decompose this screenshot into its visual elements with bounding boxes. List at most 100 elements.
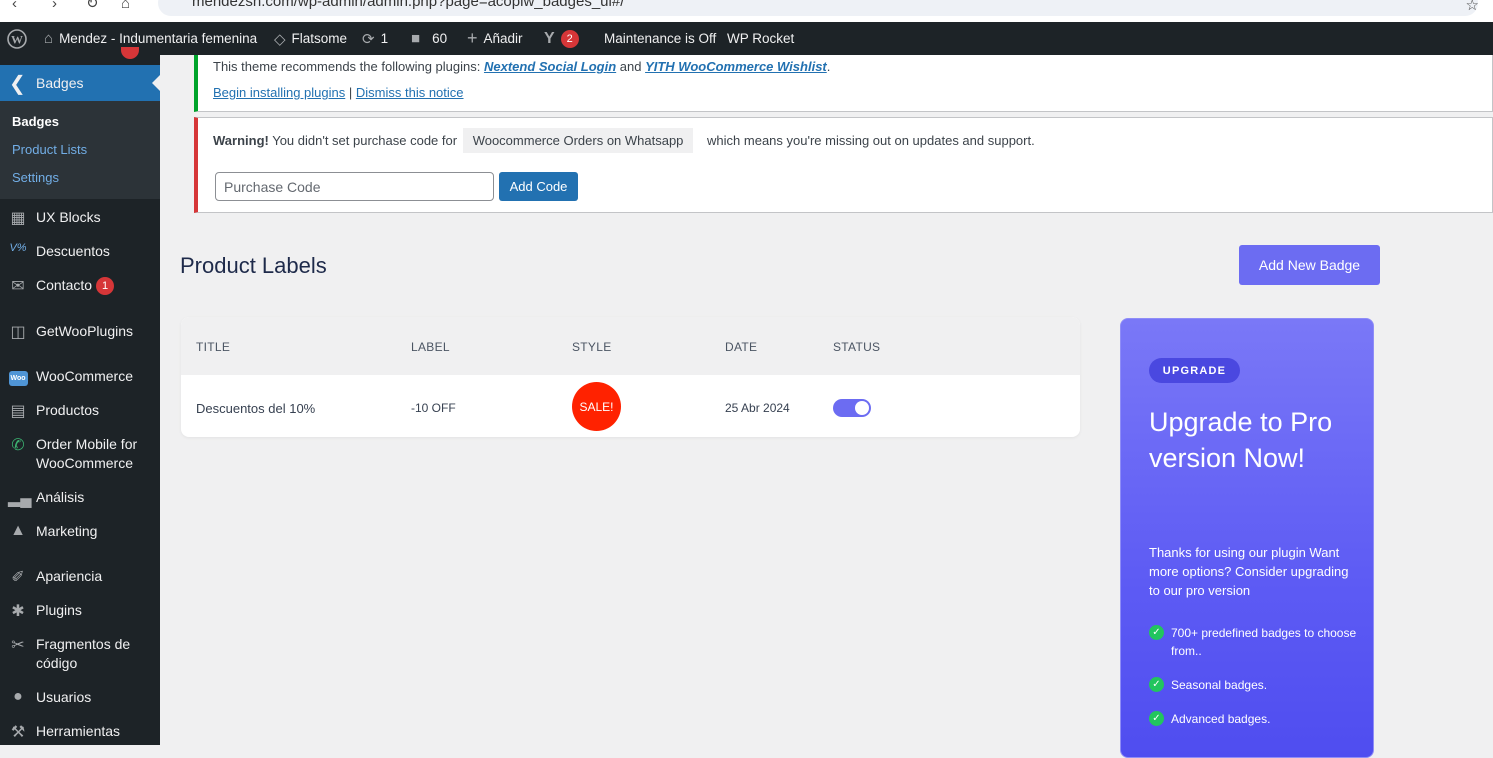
purchase-code-input[interactable] bbox=[215, 172, 494, 201]
feature-item: ✓ 700+ predefined badges to choose from.… bbox=[1149, 624, 1359, 660]
updates-icon: ⟳ bbox=[362, 30, 375, 48]
comments-count: 60 bbox=[432, 31, 448, 46]
discount-icon: V% bbox=[9, 242, 27, 254]
address-bar[interactable]: mendezsh.com/wp-admin/admin.php?page=aco… bbox=[158, 0, 1478, 16]
new-content-link[interactable]: + Añadir bbox=[467, 22, 523, 55]
megaphone-icon: ▲ bbox=[10, 522, 26, 539]
scissors-icon: ✂ bbox=[11, 637, 25, 654]
table-header: TITLE LABEL STYLE DATE STATUS bbox=[181, 317, 1080, 375]
column-status: STATUS bbox=[833, 340, 881, 354]
back-icon[interactable]: ‹ bbox=[12, 0, 17, 12]
house-icon: ⌂ bbox=[44, 30, 54, 47]
chevron-left-icon: ❮ bbox=[9, 72, 26, 95]
woo-icon: Woo bbox=[8, 367, 28, 386]
home-icon[interactable]: ⌂ bbox=[121, 0, 130, 12]
page-title: Product Labels bbox=[180, 253, 327, 278]
browser-toolbar: ‹ › ↻ ⌂ mendezsh.com/wp-admin/admin.php?… bbox=[0, 0, 1493, 22]
new-label: Añadir bbox=[483, 31, 523, 46]
status-toggle[interactable] bbox=[833, 399, 871, 417]
forward-icon[interactable]: › bbox=[52, 0, 57, 12]
sale-badge-preview: SALE! bbox=[572, 382, 621, 431]
add-code-button[interactable]: Add Code bbox=[499, 172, 578, 201]
plug-icon: ✱ bbox=[11, 603, 25, 620]
toggle-knob bbox=[855, 401, 869, 415]
notice-text: This theme recommends the following plug… bbox=[213, 59, 484, 74]
yith-link[interactable]: YITH WooCommerce Wishlist bbox=[645, 59, 827, 74]
theme-link[interactable]: ◇ Flatsome bbox=[274, 22, 347, 55]
sidebar-item-label: Análisis bbox=[36, 489, 85, 505]
sidebar-item-label: Plugins bbox=[36, 602, 82, 618]
upgrade-pill[interactable]: UPGRADE bbox=[1149, 358, 1240, 383]
bookmark-star-icon[interactable]: ☆ bbox=[1466, 0, 1479, 14]
sidebar-item-label-wrap: Contacto 1 bbox=[36, 276, 156, 296]
site-name: Mendez - Indumentaria femenina bbox=[59, 31, 258, 46]
maintenance-label: Maintenance is Off bbox=[604, 31, 717, 46]
maintenance-link[interactable]: Maintenance is Off bbox=[604, 22, 716, 55]
column-style: STYLE bbox=[572, 340, 612, 354]
feature-item: ✓ Seasonal badges. bbox=[1149, 676, 1359, 694]
upgrade-title: Upgrade to Pro version Now! bbox=[1149, 407, 1333, 473]
notice-and: and bbox=[616, 59, 646, 74]
sidebar-item-label: Descuentos bbox=[36, 243, 110, 259]
wp-logo-icon[interactable]: W bbox=[7, 22, 27, 55]
contacto-badge: 1 bbox=[96, 277, 115, 296]
grid-icon: ▦ bbox=[10, 210, 26, 227]
feature-text: Advanced badges. bbox=[1171, 712, 1271, 726]
notice-separator: | bbox=[345, 85, 356, 100]
whatsapp-icon: ✆ bbox=[11, 437, 25, 454]
sidebar-item-label: Fragmentos de código bbox=[36, 636, 131, 671]
wp-rocket-link[interactable]: WP Rocket bbox=[727, 22, 794, 55]
wp-rocket-label: WP Rocket bbox=[727, 31, 795, 46]
bar-chart-icon: ▂▄ bbox=[8, 490, 32, 507]
warning-text-1: You didn't set purchase code for bbox=[268, 133, 461, 148]
sidebar-item-label: Contacto bbox=[36, 277, 93, 293]
plugin-name-chip: Woocommerce Orders on Whatsapp bbox=[462, 128, 694, 153]
notice-plugins-text: This theme recommends the following plug… bbox=[213, 59, 830, 74]
sidebar-item-label: WooCommerce bbox=[36, 368, 133, 384]
add-new-badge-button[interactable]: Add New Badge bbox=[1239, 245, 1380, 285]
sidebar-item-label: Productos bbox=[36, 402, 100, 418]
plus-icon: + bbox=[467, 28, 478, 48]
dismiss-notice-link[interactable]: Dismiss this notice bbox=[356, 85, 464, 100]
sidebar-item-badges-current[interactable]: ❮ Badges bbox=[0, 65, 160, 101]
svg-text:W: W bbox=[11, 32, 23, 46]
row-label: -10 OFF bbox=[411, 401, 456, 415]
sidebar-item-label: UX Blocks bbox=[36, 209, 101, 225]
theme-name: Flatsome bbox=[291, 31, 348, 46]
column-title: TITLE bbox=[196, 340, 231, 354]
warning-text: Warning! You didn't set purchase code fo… bbox=[213, 128, 1035, 153]
yoast-icon: Y bbox=[544, 29, 555, 47]
row-title[interactable]: Descuentos del 10% bbox=[196, 401, 315, 416]
sidebar-submenu: Badges Product Lists Settings bbox=[0, 101, 160, 199]
submenu-settings[interactable]: Settings bbox=[12, 170, 59, 185]
plugins-box-icon: ◫ bbox=[10, 324, 26, 341]
row-date: 25 Abr 2024 bbox=[725, 401, 790, 415]
updates-link[interactable]: ⟳ 1 bbox=[362, 22, 388, 55]
submenu-product-lists[interactable]: Product Lists bbox=[12, 142, 87, 157]
notice-period: . bbox=[826, 59, 831, 74]
submenu-badges[interactable]: Badges bbox=[12, 114, 59, 129]
yoast-link[interactable]: Y 2 bbox=[544, 22, 579, 55]
comment-icon: ■ bbox=[411, 30, 421, 47]
paintbrush-icon: ✐ bbox=[11, 569, 25, 586]
user-icon: ● bbox=[13, 688, 23, 705]
badges-table: TITLE LABEL STYLE DATE STATUS Descuentos… bbox=[181, 317, 1080, 437]
diamond-icon: ◇ bbox=[274, 30, 286, 48]
comments-link[interactable]: ■ 60 bbox=[411, 22, 447, 55]
sidebar-item-label: Order Mobile for WooCommerce bbox=[36, 436, 138, 471]
check-icon: ✓ bbox=[1149, 625, 1164, 640]
site-name-link[interactable]: ⌂ Mendez - Indumentaria femenina bbox=[44, 22, 257, 55]
purchase-code-warning: Warning! You didn't set purchase code fo… bbox=[194, 117, 1493, 213]
begin-installing-link[interactable]: Begin installing plugins bbox=[213, 85, 345, 100]
nextend-link[interactable]: Nextend Social Login bbox=[484, 59, 616, 74]
feature-item: ✓ Advanced badges. bbox=[1149, 710, 1359, 728]
url-text[interactable]: mendezsh.com/wp-admin/admin.php?page=aco… bbox=[192, 0, 624, 10]
wrench-icon: ⚒ bbox=[10, 724, 26, 741]
notice-actions: Begin installing plugins | Dismiss this … bbox=[213, 85, 464, 100]
warning-text-2: which means you're missing out on update… bbox=[703, 133, 1035, 148]
sidebar-current-label: Badges bbox=[36, 75, 84, 91]
mail-icon: ✉ bbox=[11, 278, 25, 295]
updates-count: 1 bbox=[380, 31, 389, 46]
admin-sidebar: ❮ Badges Badges Product Lists Settings ▦… bbox=[0, 47, 160, 745]
reload-icon[interactable]: ↻ bbox=[86, 0, 99, 12]
